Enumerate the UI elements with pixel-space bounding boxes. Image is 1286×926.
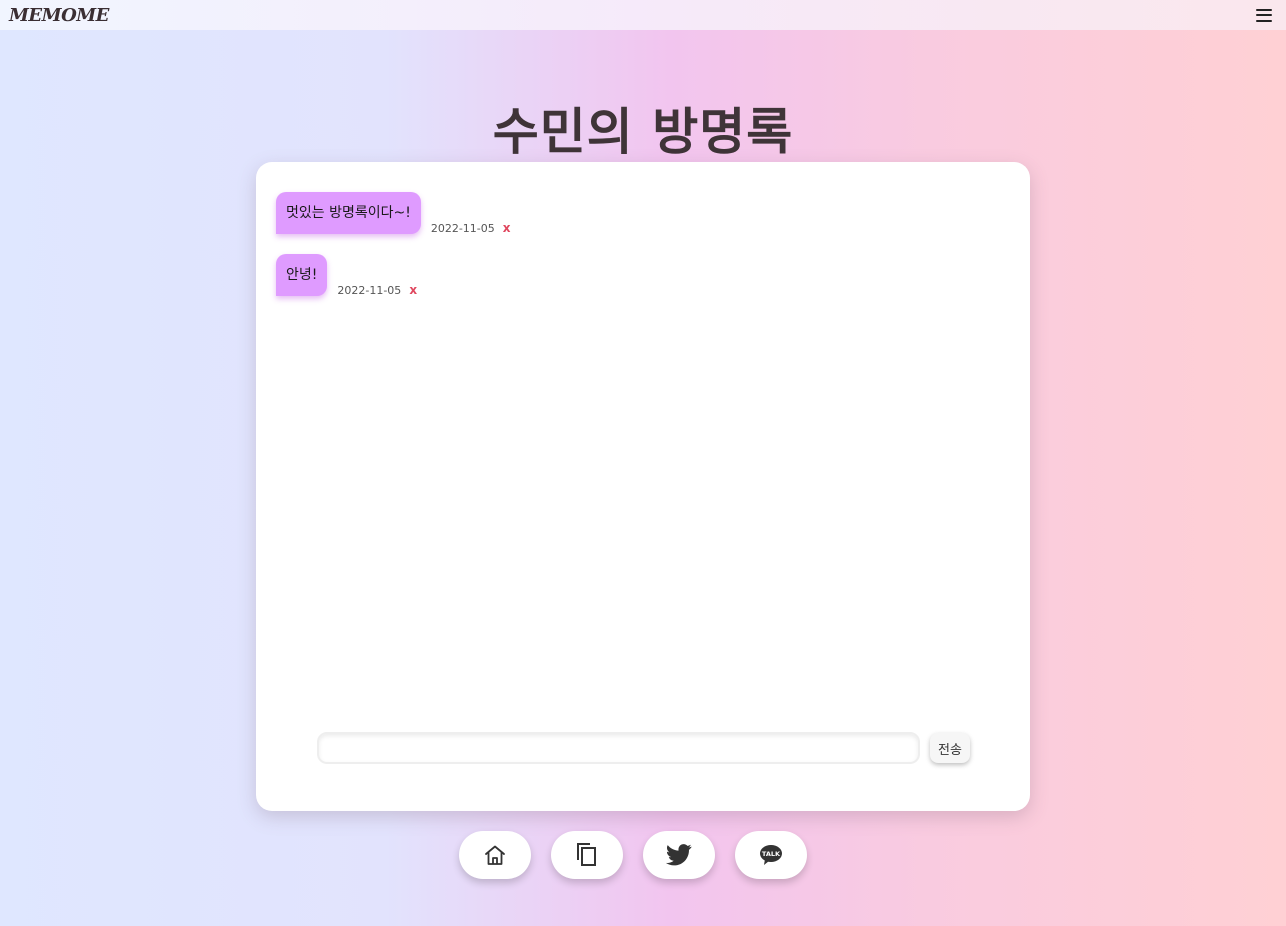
twitter-icon: [666, 844, 692, 866]
twitter-share-button[interactable]: [643, 831, 715, 879]
logo[interactable]: MEMOME: [9, 5, 109, 26]
home-button[interactable]: [459, 831, 531, 879]
list-item: 안녕! 2022-11-05 x: [276, 254, 417, 297]
kakaotalk-icon-text: TALK: [762, 850, 781, 858]
guestbook-card: 멋있는 방명록이다~! 2022-11-05 x 안녕! 2022-11-05 …: [256, 162, 1030, 811]
bottom-nav: TALK: [459, 831, 807, 879]
delete-button[interactable]: x: [409, 283, 417, 297]
message-bubble: 안녕!: [276, 254, 328, 296]
message-date: 2022-11-05: [430, 221, 495, 235]
hamburger-menu-icon[interactable]: [1256, 8, 1272, 22]
kakaotalk-icon: TALK: [760, 845, 782, 865]
kakaotalk-share-button[interactable]: TALK: [735, 831, 807, 879]
composer: 전송: [317, 732, 970, 764]
copy-icon: [577, 843, 596, 866]
message-input[interactable]: [317, 732, 920, 764]
message-date: 2022-11-05: [337, 283, 402, 297]
list-item: 멋있는 방명록이다~! 2022-11-05 x: [276, 192, 511, 235]
message-meta: 2022-11-05 x: [337, 283, 417, 297]
delete-button[interactable]: x: [503, 221, 511, 235]
page-title: 수민의 방명록: [492, 103, 794, 161]
top-bar: MEMOME: [0, 0, 1286, 30]
message-meta: 2022-11-05 x: [431, 221, 511, 235]
home-icon: [485, 845, 505, 865]
copy-link-button[interactable]: [551, 831, 623, 879]
send-button[interactable]: 전송: [930, 733, 970, 763]
message-bubble: 멋있는 방명록이다~!: [276, 192, 421, 234]
